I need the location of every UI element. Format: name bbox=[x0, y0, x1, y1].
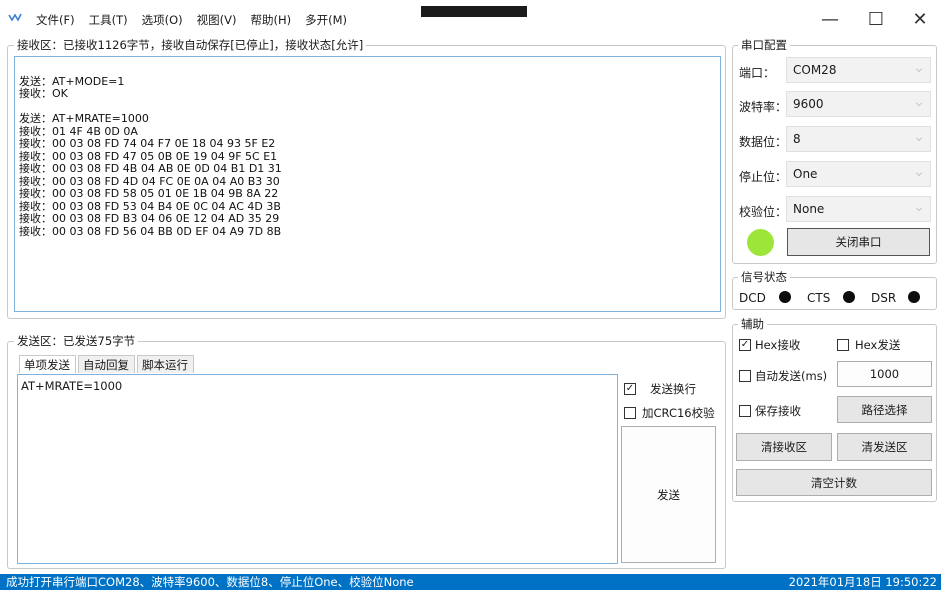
parity-select[interactable]: None bbox=[786, 196, 931, 222]
receive-line: 接收：00 03 08 FD 74 04 F7 0E 18 04 93 5F E… bbox=[19, 137, 276, 150]
aux-title: 辅助 bbox=[738, 317, 767, 331]
baud-value: 9600 bbox=[793, 97, 824, 111]
auto-send-label: 自动发送(ms) bbox=[755, 369, 828, 383]
menu-view[interactable]: 视图(V) bbox=[197, 12, 237, 28]
save-recv-option[interactable]: 保存接收 bbox=[739, 403, 801, 419]
clear-count-button[interactable]: 清空计数 bbox=[736, 469, 932, 496]
app-icon bbox=[8, 13, 22, 22]
port-select[interactable]: COM28 bbox=[786, 57, 931, 83]
receive-line: 发送：AT+MRATE=1000 bbox=[19, 112, 149, 125]
path-select-button[interactable]: 路径选择 bbox=[837, 396, 932, 423]
baud-label: 波特率： bbox=[739, 100, 788, 114]
dsr-label: DSR bbox=[871, 291, 897, 305]
parity-value: None bbox=[793, 202, 825, 216]
save-recv-checkbox[interactable] bbox=[739, 405, 751, 417]
stopbits-label: 停止位： bbox=[739, 170, 788, 184]
baud-select[interactable]: 9600 bbox=[786, 91, 931, 117]
auto-send-interval[interactable]: 1000 bbox=[837, 361, 932, 387]
databits-value: 8 bbox=[793, 132, 801, 146]
crc-label: 加CRC16校验 bbox=[642, 406, 715, 420]
receive-line: 接收：00 03 08 FD 56 04 BB 0D EF 04 A9 7D 8… bbox=[19, 224, 282, 238]
send-button[interactable]: 发送 bbox=[621, 426, 716, 563]
menu-multi[interactable]: 多开(M) bbox=[305, 12, 347, 28]
tab-script-run[interactable]: 脚本运行 bbox=[137, 355, 194, 373]
auto-send-option[interactable]: 自动发送(ms) bbox=[739, 368, 827, 384]
clear-send-button[interactable]: 清发送区 bbox=[837, 433, 932, 461]
send-input[interactable]: AT+MRATE=1000 bbox=[17, 374, 618, 564]
cts-indicator bbox=[843, 291, 855, 303]
send-title: 发送区：已发送75字节 bbox=[14, 334, 139, 348]
send-input-value: AT+MRATE=1000 bbox=[21, 379, 123, 393]
hex-send-option[interactable]: Hex发送 bbox=[837, 337, 900, 353]
stopbits-select[interactable]: One bbox=[786, 161, 931, 187]
dsr-indicator bbox=[908, 291, 920, 303]
hex-send-label: Hex发送 bbox=[855, 338, 901, 352]
crc-checkbox[interactable] bbox=[624, 407, 636, 419]
menu-tools[interactable]: 工具(T) bbox=[89, 12, 128, 28]
signal-status-title: 信号状态 bbox=[738, 270, 790, 284]
tab-single-send[interactable]: 单项发送 bbox=[19, 355, 76, 373]
hex-send-checkbox[interactable] bbox=[837, 339, 849, 351]
chevron-down-icon bbox=[916, 100, 922, 106]
dcd-label: DCD bbox=[739, 291, 766, 305]
receive-title: 接收区：已接收1126字节，接收自动保存[已停止]，接收状态[允许] bbox=[14, 38, 367, 52]
title-redaction bbox=[421, 6, 527, 17]
close-port-button[interactable]: 关闭串口 bbox=[787, 228, 930, 256]
status-datetime: 2021年01月18日 19:50:22 bbox=[788, 575, 937, 589]
receive-line: 接收：00 03 08 FD 58 05 01 0E 1B 04 9B 8A 2… bbox=[19, 187, 279, 200]
menu-options[interactable]: 选项(O) bbox=[142, 12, 183, 28]
receive-line: 发送：AT+MODE=1 bbox=[19, 74, 125, 88]
status-message: 成功打开串行端口COM28、波特率9600、数据位8、停止位One、校验位Non… bbox=[6, 575, 414, 589]
chevron-down-icon bbox=[916, 135, 922, 141]
chevron-down-icon bbox=[916, 205, 922, 211]
receive-content: 发送：AT+MODE=1 接收：OK 发送：AT+MRATE=1000 接收：01 4… bbox=[15, 57, 720, 244]
minimize-button[interactable]: — bbox=[815, 8, 845, 30]
port-value: COM28 bbox=[793, 63, 837, 77]
menu-bar: 文件(F) 工具(T) 选项(O) 视图(V) 帮助(H) 多开(M) bbox=[36, 12, 361, 28]
hex-recv-label: Hex接收 bbox=[755, 338, 801, 352]
cts-label: CTS bbox=[807, 291, 831, 305]
receive-line: 接收：00 03 08 FD B3 04 06 0E 12 04 AD 35 2… bbox=[19, 212, 280, 225]
tab-auto-reply[interactable]: 自动回复 bbox=[78, 355, 135, 373]
chevron-down-icon bbox=[916, 170, 922, 176]
status-bar: 成功打开串行端口COM28、波特率9600、数据位8、停止位One、校验位Non… bbox=[0, 574, 941, 590]
parity-label: 校验位： bbox=[739, 205, 788, 219]
receive-line bbox=[19, 63, 716, 76]
receive-textarea[interactable]: 发送：AT+MODE=1 接收：OK 发送：AT+MRATE=1000 接收：01 4… bbox=[14, 56, 721, 312]
newline-option[interactable]: ✓ 发送换行 bbox=[624, 381, 696, 397]
receive-line: 接收：OK bbox=[19, 87, 68, 100]
hex-recv-checkbox[interactable]: ✓ bbox=[739, 339, 751, 351]
auto-send-checkbox[interactable] bbox=[739, 370, 751, 382]
stopbits-value: One bbox=[793, 167, 818, 181]
newline-checkbox[interactable]: ✓ bbox=[624, 383, 636, 395]
clear-recv-button[interactable]: 清接收区 bbox=[736, 433, 832, 461]
databits-select[interactable]: 8 bbox=[786, 126, 931, 152]
serial-config-title: 串口配置 bbox=[738, 38, 790, 52]
crc-option[interactable]: 加CRC16校验 bbox=[624, 405, 715, 421]
newline-label: 发送换行 bbox=[650, 382, 696, 396]
port-status-indicator bbox=[747, 229, 774, 256]
dcd-indicator bbox=[779, 291, 791, 303]
maximize-button[interactable]: ☐ bbox=[861, 8, 891, 30]
menu-file[interactable]: 文件(F) bbox=[36, 12, 75, 28]
save-recv-label: 保存接收 bbox=[755, 404, 801, 418]
close-button[interactable]: ✕ bbox=[905, 8, 935, 30]
hex-recv-option[interactable]: ✓ Hex接收 bbox=[739, 337, 800, 353]
databits-label: 数据位： bbox=[739, 135, 788, 149]
menu-help[interactable]: 帮助(H) bbox=[250, 12, 291, 28]
receive-line: 接收：00 03 08 FD 4B 04 AB 0E 0D 04 B1 D1 3… bbox=[19, 162, 282, 175]
chevron-down-icon bbox=[916, 66, 922, 72]
port-label: 端口： bbox=[739, 66, 776, 80]
